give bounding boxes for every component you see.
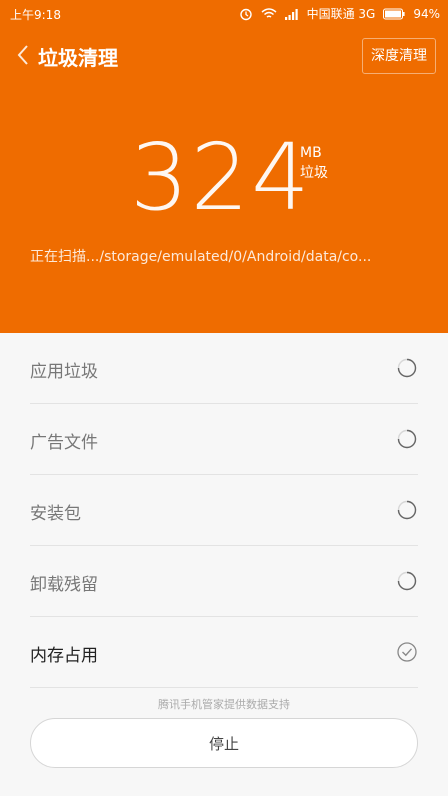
signal-icon: [284, 8, 298, 20]
category-label: 内存占用: [30, 646, 98, 666]
page-title: 垃圾清理: [38, 46, 118, 70]
junk-size-label: 垃圾: [300, 165, 328, 181]
loading-spinner-icon: [397, 571, 417, 591]
category-label: 应用垃圾: [30, 362, 98, 382]
list-item: 应用垃圾: [30, 333, 418, 404]
scan-header-panel: 上午9:18 中国联通 3G 94% 垃圾清理 深度清理 324 MB 垃圾 正…: [0, 0, 448, 333]
carrier-label: 中国联通 3G: [306, 7, 376, 21]
app-header: 垃圾清理 深度清理: [0, 36, 448, 76]
scanning-path-text: 正在扫描.../storage/emulated/0/Android/data/…: [30, 249, 372, 265]
category-label: 广告文件: [30, 433, 98, 453]
alarm-icon: [239, 8, 252, 20]
junk-size-unit: MB: [300, 145, 322, 161]
list-item: 广告文件: [30, 404, 418, 475]
back-arrow-icon[interactable]: [12, 40, 34, 70]
status-time: 上午9:18: [10, 8, 61, 22]
check-circle-icon: [397, 642, 417, 662]
data-provider-text: 腾讯手机管家提供数据支持: [158, 698, 290, 711]
junk-size-value: 324: [130, 124, 312, 231]
battery-icon: [383, 8, 405, 19]
wifi-icon: [261, 7, 277, 18]
list-item: 内存占用: [30, 617, 418, 688]
category-list: 应用垃圾 广告文件 安装包 卸载残留 内存占用: [0, 333, 448, 688]
stop-button[interactable]: 停止: [30, 718, 418, 768]
loading-spinner-icon: [397, 429, 417, 449]
battery-level: 94%: [413, 6, 440, 21]
list-item: 安装包: [30, 475, 418, 546]
loading-spinner-icon: [397, 358, 417, 378]
loading-spinner-icon: [397, 500, 417, 520]
status-bar: 上午9:18 中国联通 3G 94%: [0, 0, 448, 28]
deep-clean-button[interactable]: 深度清理: [362, 38, 436, 74]
category-label: 安装包: [30, 504, 81, 524]
junk-size-display: 324 MB 垃圾: [0, 128, 448, 238]
status-icons: 中国联通 3G 94%: [239, 5, 440, 22]
list-item: 卸载残留: [30, 546, 418, 617]
category-label: 卸载残留: [30, 575, 98, 595]
